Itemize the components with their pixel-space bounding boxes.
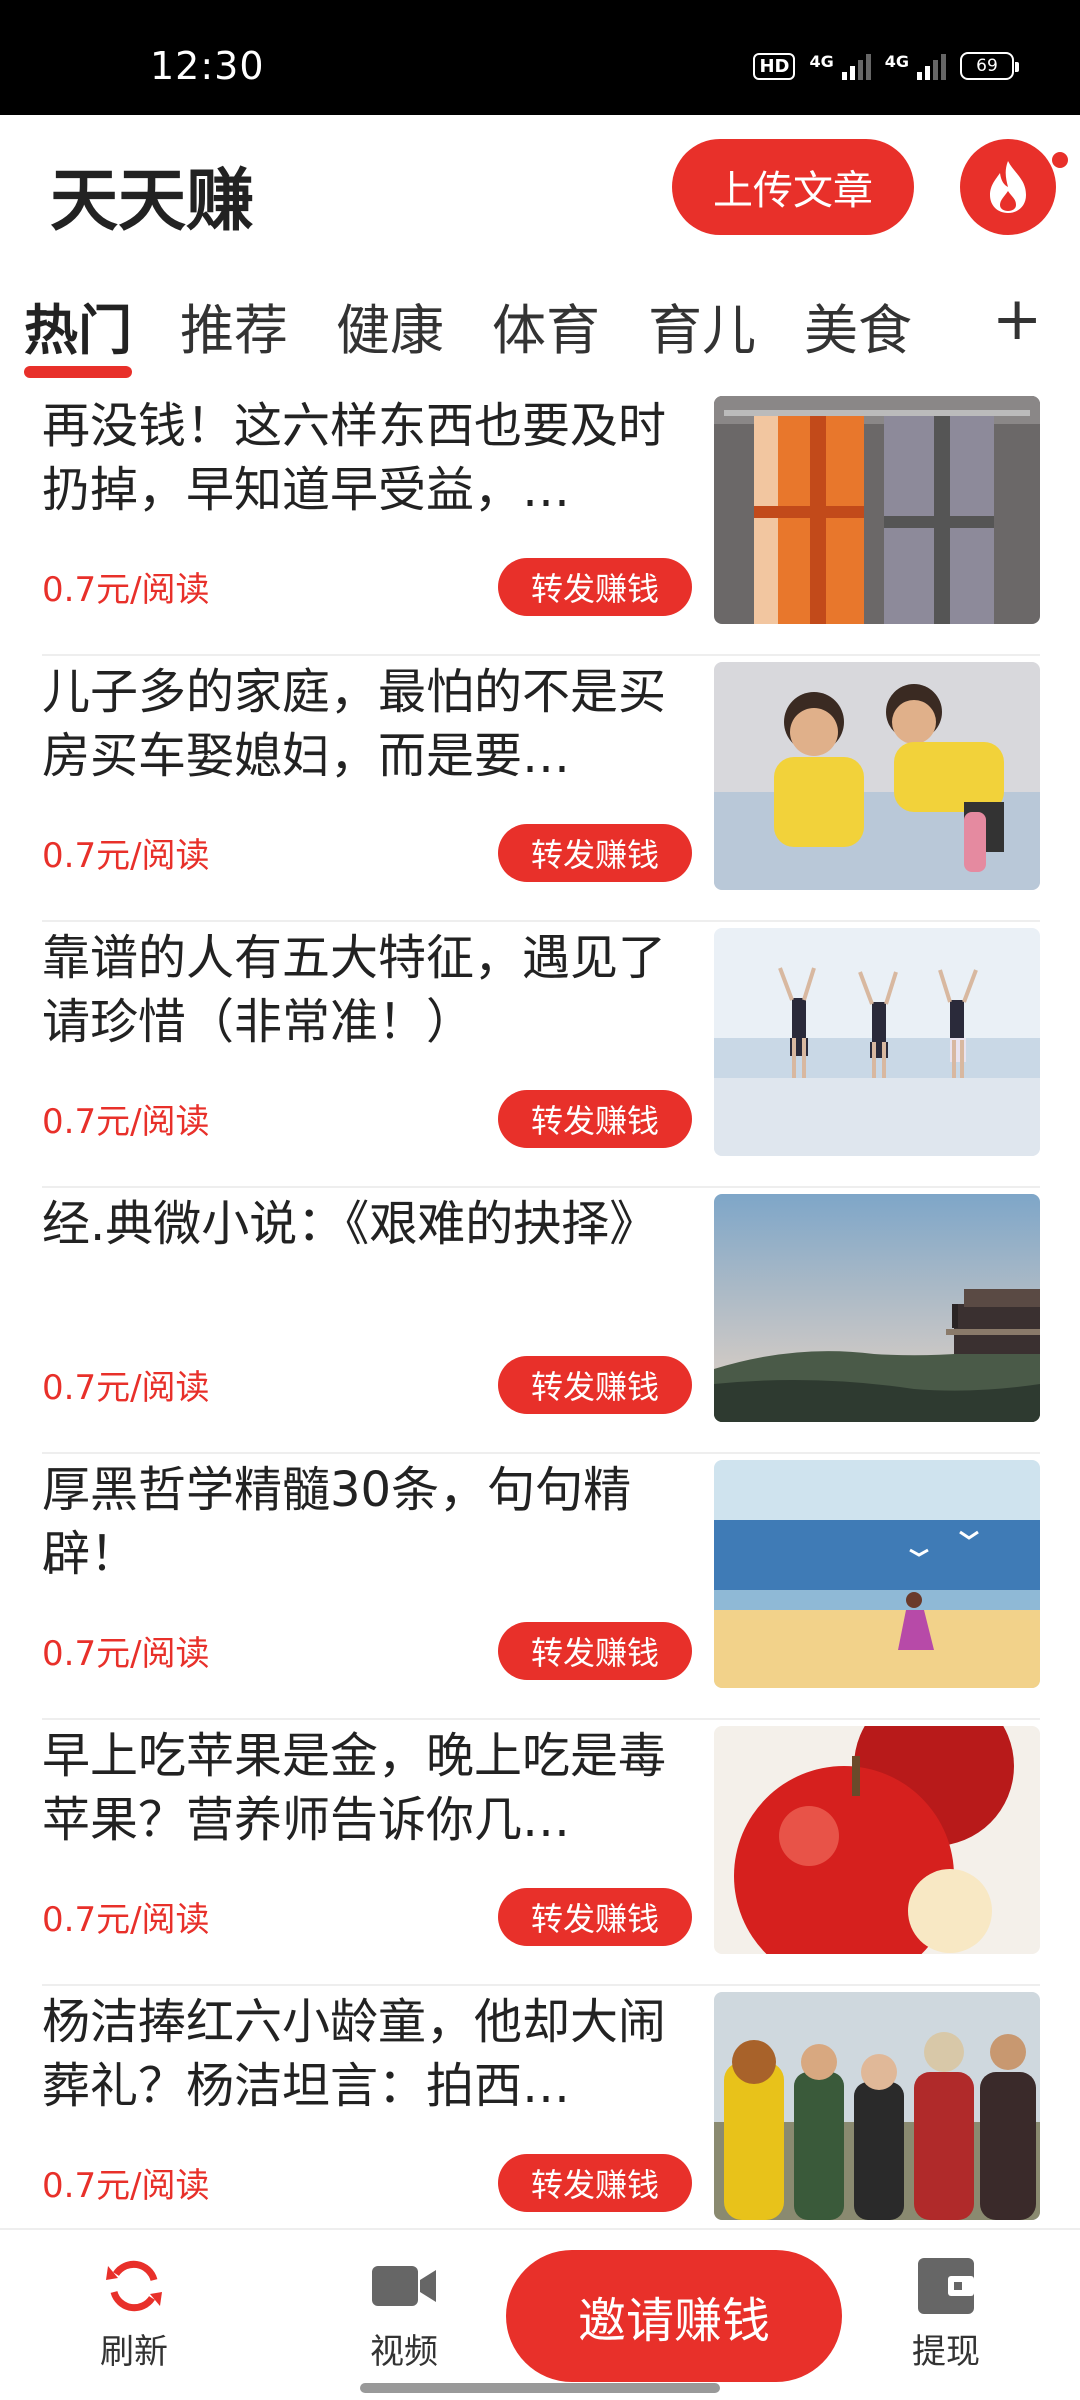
tab-hot[interactable]: 热门 xyxy=(24,286,132,365)
tab-parenting[interactable]: 育儿 xyxy=(648,286,756,365)
battery-level: 69 xyxy=(976,56,998,76)
article-item[interactable]: 早上吃苹果是金，晚上吃是毒苹果？营养师告诉你几… 0.7元/阅读 转发赚钱 xyxy=(42,1720,1040,1986)
share-earn-button[interactable]: 转发赚钱 xyxy=(498,558,692,616)
article-title[interactable]: 早上吃苹果是金，晚上吃是毒苹果？营养师告诉你几… xyxy=(42,1724,692,1852)
share-earn-button[interactable]: 转发赚钱 xyxy=(498,824,692,882)
share-earn-button[interactable]: 转发赚钱 xyxy=(498,1888,692,1946)
painted-beach-image xyxy=(714,1460,1040,1688)
article-reward: 0.7元/阅读 xyxy=(42,1900,210,1940)
cliff-house-image xyxy=(714,1194,1040,1422)
nav-withdraw[interactable]: 提现 xyxy=(876,2254,1016,2373)
network-type-2: 4G xyxy=(884,52,909,71)
nav-video-label: 视频 xyxy=(370,2332,438,2372)
article-thumbnail[interactable] xyxy=(714,1194,1040,1422)
article-reward: 0.7元/阅读 xyxy=(42,1634,210,1674)
category-tabs: 热门 推荐 健康 体育 育儿 美食 + xyxy=(0,270,1080,380)
article-item[interactable]: 靠谱的人有五大特征，遇见了请珍惜（非常准！） 0.7元/阅读 转发赚钱 xyxy=(42,922,1040,1188)
status-bar: 12:30 HD 4G 4G 69 xyxy=(0,0,1080,115)
bottom-nav: 刷新 视频 邀请赚钱 提现 xyxy=(0,2228,1080,2400)
add-tab-button[interactable]: + xyxy=(992,284,1042,354)
article-thumbnail[interactable] xyxy=(714,1726,1040,1954)
tab-sports[interactable]: 体育 xyxy=(492,286,600,365)
article-thumbnail[interactable] xyxy=(714,1992,1040,2220)
status-icons: HD 4G 4G 69 xyxy=(753,52,1019,80)
share-earn-button[interactable]: 转发赚钱 xyxy=(498,1356,692,1414)
video-icon xyxy=(372,2266,436,2306)
article-thumbnail[interactable] xyxy=(714,396,1040,624)
article-item[interactable]: 经.典微小说：《艰难的抉择》 0.7元/阅读 转发赚钱 xyxy=(42,1188,1040,1454)
network-type-1: 4G xyxy=(809,52,834,71)
status-time: 12:30 xyxy=(150,44,265,88)
article-reward: 0.7元/阅读 xyxy=(42,1368,210,1408)
nav-refresh[interactable]: 刷新 xyxy=(64,2254,204,2373)
article-item[interactable]: 厚黑哲学精髓30条，句句精辟！ 0.7元/阅读 转发赚钱 xyxy=(42,1454,1040,1720)
article-title[interactable]: 儿子多的家庭，最怕的不是买房买车娶媳妇，而是要… xyxy=(42,660,692,788)
app-title: 天天赚 xyxy=(50,162,255,241)
signal-icon-2 xyxy=(917,52,946,80)
share-earn-button[interactable]: 转发赚钱 xyxy=(498,2154,692,2212)
beach-girls-image xyxy=(714,928,1040,1156)
invite-earn-button[interactable]: 邀请赚钱 xyxy=(506,2250,842,2382)
article-title[interactable]: 厚黑哲学精髓30条，句句精辟！ xyxy=(42,1458,692,1586)
nav-refresh-label: 刷新 xyxy=(100,2332,168,2372)
fire-icon xyxy=(990,161,1026,213)
tab-food[interactable]: 美食 xyxy=(804,286,912,365)
article-thumbnail[interactable] xyxy=(714,662,1040,890)
journey-west-cast-image xyxy=(714,1992,1040,2220)
article-reward: 0.7元/阅读 xyxy=(42,570,210,610)
article-item[interactable]: 儿子多的家庭，最怕的不是买房买车娶媳妇，而是要… 0.7元/阅读 转发赚钱 xyxy=(42,656,1040,922)
upload-article-button[interactable]: 上传文章 xyxy=(672,139,914,235)
refresh-icon xyxy=(106,2260,162,2312)
active-tab-indicator xyxy=(24,366,132,378)
article-reward: 0.7元/阅读 xyxy=(42,2166,210,2206)
article-thumbnail[interactable] xyxy=(714,1460,1040,1688)
tab-recommend[interactable]: 推荐 xyxy=(180,286,288,365)
share-earn-button[interactable]: 转发赚钱 xyxy=(498,1622,692,1680)
article-item[interactable]: 杨洁捧红六小龄童，他却大闹葬礼？杨洁坦言：拍西… 0.7元/阅读 转发赚钱 xyxy=(42,1986,1040,2252)
article-reward: 0.7元/阅读 xyxy=(42,1102,210,1142)
article-title[interactable]: 靠谱的人有五大特征，遇见了请珍惜（非常准！） xyxy=(42,926,692,1054)
wallet-icon xyxy=(918,2258,974,2314)
app-header: 天天赚 上传文章 xyxy=(0,115,1080,265)
share-earn-button[interactable]: 转发赚钱 xyxy=(498,1090,692,1148)
nav-video[interactable]: 视频 xyxy=(334,2254,474,2373)
article-item[interactable]: 再没钱！这六样东西也要及时扔掉，早知道早受益，… 0.7元/阅读 转发赚钱 xyxy=(42,390,1040,656)
article-title[interactable]: 再没钱！这六样东西也要及时扔掉，早知道早受益，… xyxy=(42,394,692,522)
battery-icon: 69 xyxy=(960,52,1019,80)
home-indicator[interactable] xyxy=(360,2383,720,2393)
notification-dot xyxy=(1050,150,1070,170)
apple-image xyxy=(714,1726,1040,1954)
article-thumbnail[interactable] xyxy=(714,928,1040,1156)
nav-withdraw-label: 提现 xyxy=(912,2332,980,2372)
article-title[interactable]: 杨洁捧红六小龄童，他却大闹葬礼？杨洁坦言：拍西… xyxy=(42,1990,692,2118)
hd-badge: HD xyxy=(753,52,796,80)
kids-image xyxy=(714,662,1040,890)
hot-button[interactable] xyxy=(960,139,1056,235)
signal-icon-1 xyxy=(841,52,871,80)
tab-health[interactable]: 健康 xyxy=(336,286,444,365)
article-title[interactable]: 经.典微小说：《艰难的抉择》 xyxy=(42,1192,692,1320)
article-reward: 0.7元/阅读 xyxy=(42,836,210,876)
towels-image xyxy=(714,396,1040,624)
